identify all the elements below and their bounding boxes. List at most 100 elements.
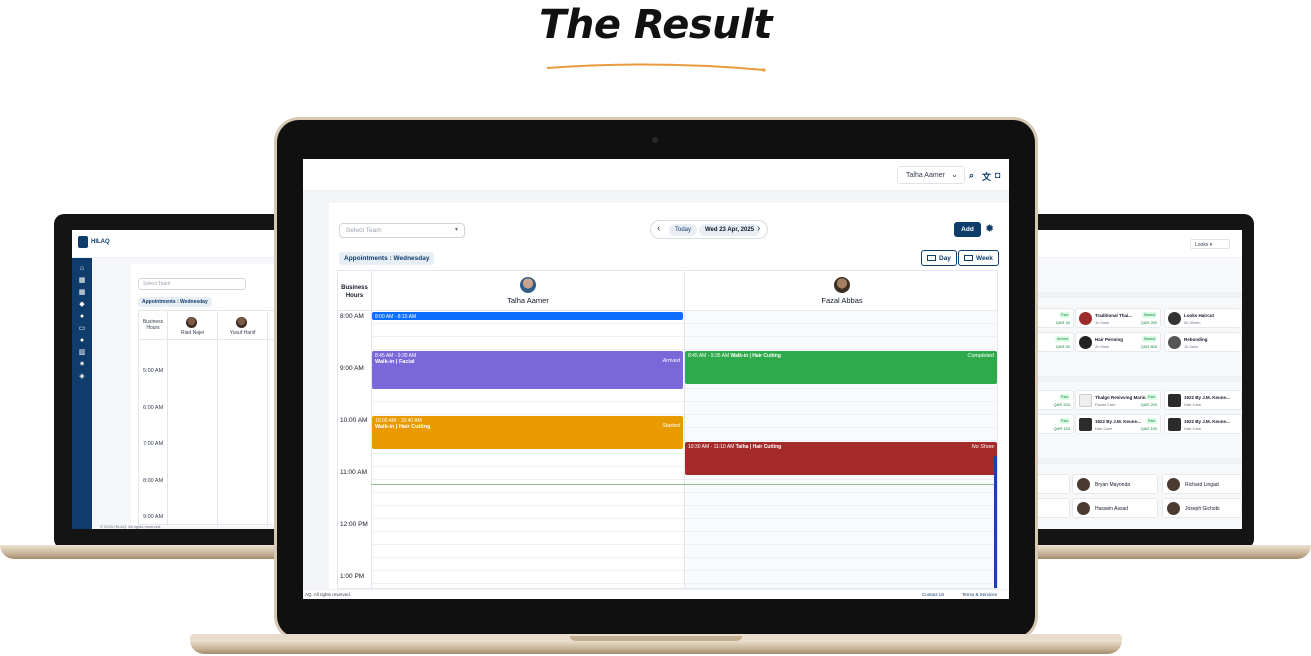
- service-card[interactable]: Looks Haircut 0h 30min: [1164, 308, 1242, 328]
- id-card-icon[interactable]: ▭: [78, 325, 86, 332]
- team-select[interactable]: Select Team: [138, 278, 246, 290]
- time-slot[interactable]: [685, 402, 997, 415]
- time-slot[interactable]: [372, 506, 684, 519]
- time-slot[interactable]: [685, 571, 997, 584]
- product-price: QAR 200: [1140, 402, 1157, 407]
- add-appointment-button[interactable]: Add: [954, 222, 981, 237]
- service-card[interactable]: Paid QAR 40: [1034, 308, 1074, 328]
- staff-card[interactable]: Hassein Assad: [1072, 498, 1158, 518]
- time-slot[interactable]: [372, 402, 684, 415]
- translate-icon[interactable]: 文: [982, 170, 991, 183]
- product-card[interactable]: 1922 By J.M. Keune... Hair Care: [1164, 390, 1242, 410]
- service-card[interactable]: Hair Perming 2h 0min Started QAR 800: [1075, 332, 1161, 352]
- home-icon[interactable]: ⌂: [78, 265, 86, 272]
- time-slot[interactable]: [372, 519, 684, 532]
- time-slot[interactable]: [685, 337, 997, 350]
- time-slot[interactable]: [685, 480, 997, 493]
- time-slot[interactable]: [685, 493, 997, 506]
- time-slot[interactable]: [372, 571, 684, 584]
- time-slot[interactable]: [685, 519, 997, 532]
- staff-card[interactable]: Joseph Gichobi: [1162, 498, 1242, 518]
- time-slot[interactable]: [372, 467, 684, 480]
- gear-icon[interactable]: ✷: [78, 361, 86, 368]
- product-card[interactable]: 1922 By J.M. Keune... Hair Care: [1164, 414, 1242, 434]
- users-icon[interactable]: ●: [78, 337, 86, 344]
- time-slot[interactable]: [685, 324, 997, 337]
- contact-us-link[interactable]: Contact Us: [922, 592, 944, 597]
- grid-divider: [267, 311, 268, 526]
- service-price: QAR 40: [1055, 320, 1070, 325]
- user-menu[interactable]: Talha Aamer ⌄: [897, 166, 965, 184]
- appointment-block[interactable]: 8:45 AM - 9:35 AM Walk-in | Hair Cutting…: [685, 351, 997, 384]
- user-icon[interactable]: ●: [78, 313, 86, 320]
- time-slot[interactable]: [372, 480, 684, 493]
- time-slot[interactable]: [372, 324, 684, 337]
- team-select[interactable]: Select Team ▾: [339, 223, 465, 238]
- appointments-day-badge: Appointments : Wednesday: [138, 297, 212, 307]
- search-icon[interactable]: ⌕: [969, 170, 974, 181]
- product-card[interactable]: Paid QAR 150: [1034, 414, 1074, 434]
- staff-card[interactable]: Richard Lingad: [1162, 474, 1242, 494]
- today-button[interactable]: Today: [669, 224, 698, 236]
- previous-day-button[interactable]: ‹: [657, 223, 660, 234]
- time-slot[interactable]: [685, 545, 997, 558]
- appointment-block[interactable]: 10:30 AM - 11:10 AM Talha | Hair Cutting…: [685, 442, 997, 475]
- appointment-status: Arrived: [662, 358, 680, 364]
- showcase-stage: The Result HILAQ ⌂ ▦ ▦ ◆ ● ▭ ● ▥ ✷ ◈ Sel…: [0, 0, 1311, 656]
- product-card[interactable]: Thalgo Revivving Marin... Facial Care Pa…: [1075, 390, 1161, 410]
- service-price: QAR 50: [1055, 344, 1070, 349]
- status-badge: Paid: [1145, 418, 1157, 424]
- gear-icon[interactable]: ✹: [985, 222, 994, 235]
- calendar-icon[interactable]: ▦: [78, 289, 86, 296]
- calendar-scrollbar[interactable]: [994, 456, 997, 588]
- staff-card[interactable]: [1034, 474, 1070, 494]
- time-slot[interactable]: [372, 532, 684, 545]
- time-label: 12:00 PM: [340, 521, 368, 528]
- notification-icon[interactable]: ◘: [995, 170, 1000, 180]
- time-slot[interactable]: [685, 415, 997, 428]
- terms-link[interactable]: Terms & Services: [962, 592, 997, 597]
- service-card[interactable]: Arrived QAR 50: [1034, 332, 1074, 352]
- staff-column-header: Talha Aamer: [371, 271, 684, 311]
- staff-avatar: [236, 317, 247, 328]
- day-view-button[interactable]: Day: [921, 250, 957, 266]
- time-slot[interactable]: [685, 389, 997, 402]
- current-date[interactable]: Wed 23 Apr, 2025: [699, 224, 761, 236]
- staff-avatar: [520, 277, 536, 293]
- time-slot[interactable]: [372, 389, 684, 402]
- appointment-block[interactable]: 8:00 AM - 8:15 AM: [372, 312, 683, 320]
- time-slot[interactable]: [372, 545, 684, 558]
- service-thumb: [1168, 312, 1181, 325]
- week-view-button[interactable]: Week: [958, 250, 999, 266]
- staff-card[interactable]: Bryan Mayonda: [1072, 474, 1158, 494]
- time-slot[interactable]: [372, 454, 684, 467]
- time-slot[interactable]: [685, 311, 997, 324]
- staff-card[interactable]: [1034, 498, 1070, 518]
- chart-icon[interactable]: ▥: [78, 349, 86, 356]
- product-category: Hair Care: [1184, 426, 1202, 431]
- product-card[interactable]: Paid QAR 200: [1034, 390, 1074, 410]
- product-name: 1922 By J.M. Keune...: [1095, 419, 1141, 424]
- service-card[interactable]: Traditional Thai... 1h 0min Started QAR …: [1075, 308, 1161, 328]
- service-card[interactable]: Rebonding 1h 0min: [1164, 332, 1242, 352]
- time-slot[interactable]: [372, 558, 684, 571]
- shield-icon[interactable]: ◈: [78, 373, 86, 380]
- time-slot[interactable]: [685, 506, 997, 519]
- time-slot[interactable]: [372, 337, 684, 350]
- service-price: QAR 250: [1140, 320, 1157, 325]
- time-slot[interactable]: [372, 493, 684, 506]
- time-slot[interactable]: [685, 558, 997, 571]
- appointment-block[interactable]: 8:45 AM - 9:30 AM Walk-in | Facial Arriv…: [372, 351, 683, 389]
- time-slot[interactable]: [685, 532, 997, 545]
- product-card[interactable]: 1922 By J.M. Keune... Hair Care Paid QAR…: [1075, 414, 1161, 434]
- time-slot[interactable]: [685, 428, 997, 441]
- appointment-block[interactable]: 10:00 AM - 10:40 AM Walk-in | Hair Cutti…: [372, 416, 683, 449]
- grid-divider: [167, 311, 168, 526]
- calendar-icon[interactable]: ▦: [78, 277, 86, 284]
- user-menu-label: Looks: [1195, 242, 1209, 248]
- chevron-down-icon: ⌄: [951, 170, 958, 179]
- next-day-button[interactable]: ›: [757, 223, 760, 234]
- left-laptop-base: [0, 545, 310, 559]
- tag-icon[interactable]: ◆: [78, 301, 86, 308]
- user-menu[interactable]: Looks ▾: [1190, 239, 1230, 249]
